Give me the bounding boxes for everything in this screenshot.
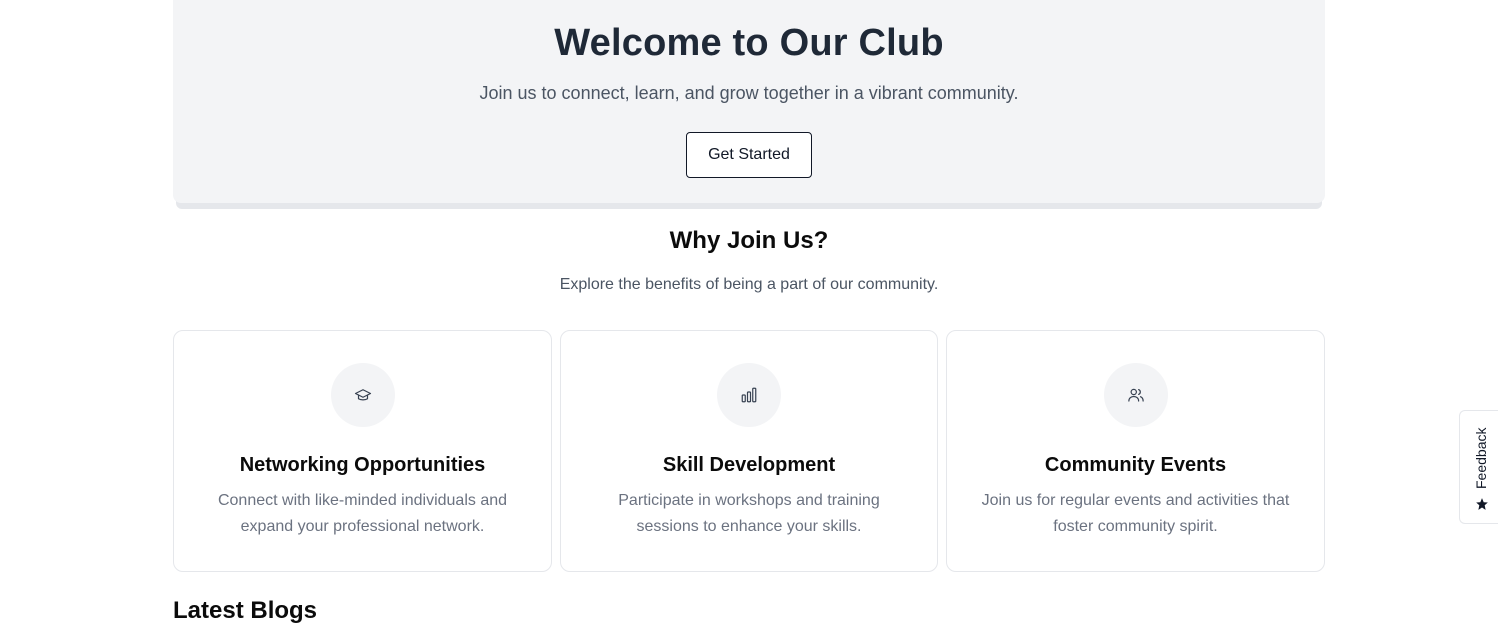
graduation-cap-icon: [330, 363, 395, 427]
feature-description: Participate in workshops and training se…: [618, 492, 880, 535]
feature-card-skills: Skill Development Participate in worksho…: [560, 330, 938, 572]
feature-description: Connect with like-minded individuals and…: [217, 492, 508, 535]
why-join-subtitle: Explore the benefits of being a part of …: [559, 276, 939, 293]
get-started-button[interactable]: Get Started: [686, 132, 812, 178]
feature-description: Join us for regular events and activitie…: [981, 492, 1290, 535]
feature-title: Skill Development: [662, 454, 836, 476]
feedback-label: Feedback: [1473, 427, 1489, 489]
feature-title: Networking Opportunities: [239, 454, 486, 476]
feedback-tab[interactable]: Feedback: [1459, 410, 1498, 524]
latest-blogs-title: Latest Blogs: [173, 597, 318, 624]
bar-chart-icon: [717, 363, 781, 427]
why-join-title: Why Join Us?: [669, 227, 829, 254]
feature-title: Community Events: [1044, 454, 1227, 476]
feature-card-networking: Networking Opportunities Connect with li…: [173, 330, 552, 572]
hero-title: Welcome to Our Club: [554, 22, 944, 64]
main-container: Welcome to Our Club Join us to connect, …: [173, 0, 1325, 624]
feature-cards: Networking Opportunities Connect with li…: [173, 330, 1325, 572]
users-icon: [1103, 363, 1168, 427]
hero-subtitle: Join us to connect, learn, and grow toge…: [479, 83, 1019, 103]
star-icon: [1476, 498, 1488, 510]
feature-card-events: Community Events Join us for regular eve…: [946, 330, 1325, 572]
hero-section: Welcome to Our Club Join us to connect, …: [173, 0, 1325, 203]
